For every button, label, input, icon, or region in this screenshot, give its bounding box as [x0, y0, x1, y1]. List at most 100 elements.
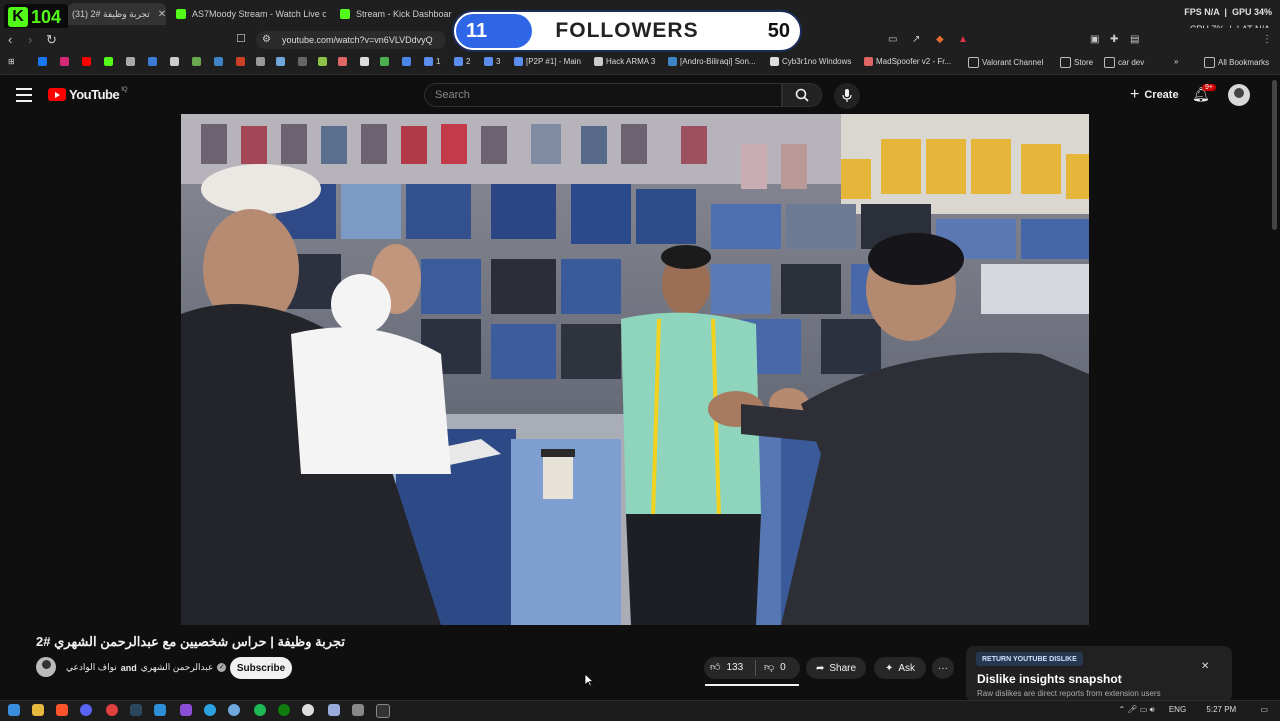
back-icon[interactable]: ‹ [8, 32, 12, 47]
apps-icon[interactable]: ⊞ [8, 57, 15, 66]
steam-icon[interactable] [130, 704, 142, 716]
search-input[interactable]: Search [424, 83, 782, 107]
file-explorer-icon[interactable] [32, 704, 44, 716]
bookmark-valorant[interactable]: Valorant Channel [968, 57, 1043, 68]
visual-studio-icon[interactable] [180, 704, 192, 716]
bm-icon[interactable] [298, 57, 310, 66]
tab-kick-dashboard[interactable]: Stream - Kick Dashboard [336, 3, 452, 25]
bookmark-3[interactable]: 3 [484, 57, 500, 66]
subscribe-button[interactable]: Subscribe [230, 657, 292, 679]
app-icon[interactable] [106, 704, 118, 716]
vscode-icon[interactable] [154, 704, 166, 716]
dislike-button[interactable]: 👎︎ 0 [764, 661, 786, 674]
tray-icons[interactable]: ⌃ 🎤︎ ▭ 🔊︎ [1118, 705, 1154, 714]
url-bar[interactable]: youtube.com/watch?v=vn6VLVDdvyQ [256, 31, 446, 49]
subscribe-label: Subscribe [236, 662, 286, 674]
bookmark-cyb3r1no[interactable]: Cyb3r1no Windows [770, 57, 851, 66]
tab-as7moody[interactable]: AS7Moody Stream - Watch Live on K [172, 3, 326, 25]
notification-center-icon[interactable]: ▭ [1260, 705, 1268, 714]
bm-icon[interactable] [192, 57, 204, 66]
share-button[interactable]: ➦ Share [806, 657, 866, 679]
brave-shield-icon[interactable]: ◆ [936, 34, 944, 45]
bm-icon[interactable] [318, 57, 330, 66]
terminal-icon[interactable] [376, 704, 390, 718]
bm-icon[interactable] [276, 57, 288, 66]
bm-icon[interactable] [338, 57, 350, 66]
bm-icon[interactable] [170, 57, 182, 66]
facebook-icon[interactable] [38, 57, 50, 66]
forward-icon[interactable]: › [28, 32, 32, 47]
bm-icon[interactable] [148, 57, 160, 66]
bm-icon[interactable] [360, 57, 372, 66]
like-button[interactable]: 👍︎ 133 [710, 661, 743, 674]
ask-button[interactable]: ✦ Ask [874, 657, 926, 679]
close-icon[interactable]: ✕ [158, 9, 166, 20]
app-icon[interactable] [328, 704, 340, 716]
notification-badge: 9+ [1202, 84, 1216, 91]
kick-bm-icon[interactable] [104, 57, 116, 66]
video-frame [181, 114, 1089, 625]
thumbs-up-icon: 👍︎ [710, 662, 721, 673]
voice-search-button[interactable] [834, 83, 860, 109]
bm-icon[interactable] [126, 57, 138, 66]
cast-icon[interactable]: ▭ [888, 34, 897, 45]
youtube-bm-icon[interactable] [82, 57, 94, 66]
reload-icon[interactable]: ↻ [46, 32, 57, 48]
spotify-icon[interactable] [254, 704, 266, 716]
bm-icon[interactable] [402, 57, 414, 66]
discord-icon[interactable] [80, 704, 92, 716]
bookmark-icon[interactable]: ☐ [236, 32, 246, 45]
instagram-icon[interactable] [60, 57, 72, 66]
youtube-logo[interactable]: YouTube IQ [48, 87, 128, 102]
app-icon[interactable] [352, 704, 364, 716]
more-actions-button[interactable]: ··· [932, 657, 954, 679]
bm-icon[interactable] [214, 57, 226, 66]
sidebar-icon[interactable]: ▤ [1130, 34, 1139, 45]
channel-name-a[interactable]: نواف الوادعي [66, 662, 117, 673]
video-player[interactable] [181, 114, 1089, 625]
bookmark-label: Hack ARMA 3 [606, 57, 656, 66]
url-text: youtube.com/watch?v=vn6VLVDdvyQ [282, 35, 433, 45]
obs-icon[interactable] [302, 704, 314, 716]
bm-icon[interactable] [380, 57, 392, 66]
close-icon[interactable]: ✕ [1201, 661, 1209, 672]
telegram-icon[interactable] [204, 704, 216, 716]
bookmark-car-dev[interactable]: car dev [1104, 57, 1144, 68]
followers-goal-overlay: 11 FOLLOWERS 50 [452, 10, 802, 52]
brave-rewards-icon[interactable]: ▲ [958, 34, 968, 45]
brave-icon[interactable] [56, 704, 68, 716]
extension-icon[interactable]: ▣ [1090, 34, 1099, 45]
all-bookmarks[interactable]: All Bookmarks [1204, 57, 1269, 68]
bm-icon[interactable] [256, 57, 268, 66]
clock[interactable]: 5:27 PM [1206, 705, 1236, 714]
site-info-icon[interactable]: ⚙ [262, 34, 271, 45]
tab-youtube[interactable]: تجربة وظيفة #2 (31) ✕ [68, 3, 166, 25]
bookmark-store[interactable]: Store [1060, 57, 1093, 68]
bookmark-p2p-main[interactable]: [P2P #1] - Main [514, 57, 581, 66]
bookmark-hack-arma[interactable]: Hack ARMA 3 [594, 57, 655, 66]
channel-avatar[interactable] [36, 657, 56, 677]
share-icon[interactable]: ↗ [912, 34, 920, 45]
bm-icon[interactable] [236, 57, 248, 66]
bookmark-madspoofer[interactable]: MadSpoofer v2 - Fr... [864, 57, 951, 66]
notifications-button[interactable]: 🔔︎ 9+ [1192, 84, 1216, 104]
scrollbar-thumb[interactable] [1272, 80, 1277, 230]
search-button[interactable] [782, 83, 822, 107]
create-button[interactable]: + Create [1120, 83, 1189, 107]
bookmark-label: 1 [436, 57, 441, 66]
hamburger-menu-icon[interactable] [16, 88, 32, 102]
avatar[interactable] [1228, 84, 1250, 106]
puzzle-icon[interactable]: ✚ [1110, 34, 1118, 45]
and-text: and [120, 662, 137, 673]
start-icon[interactable] [8, 704, 20, 716]
bookmark-andro[interactable]: [Andro-Biliraqi] Son... [668, 57, 756, 66]
bookmark-2[interactable]: 2 [454, 57, 470, 66]
channel-name-b[interactable]: عبدالرحمن الشهري [141, 662, 214, 673]
chevron-right-icon[interactable]: » [1174, 57, 1178, 66]
bookmark-1[interactable]: 1 [424, 57, 440, 66]
app-icon[interactable] [228, 704, 240, 716]
xbox-icon[interactable] [278, 704, 290, 716]
menu-icon[interactable]: ⋮ [1262, 34, 1272, 45]
channel-names[interactable]: نواف الوادعي and عبدالرحمن الشهري ✓ [66, 662, 227, 673]
language-indicator[interactable]: ENG [1169, 705, 1186, 714]
